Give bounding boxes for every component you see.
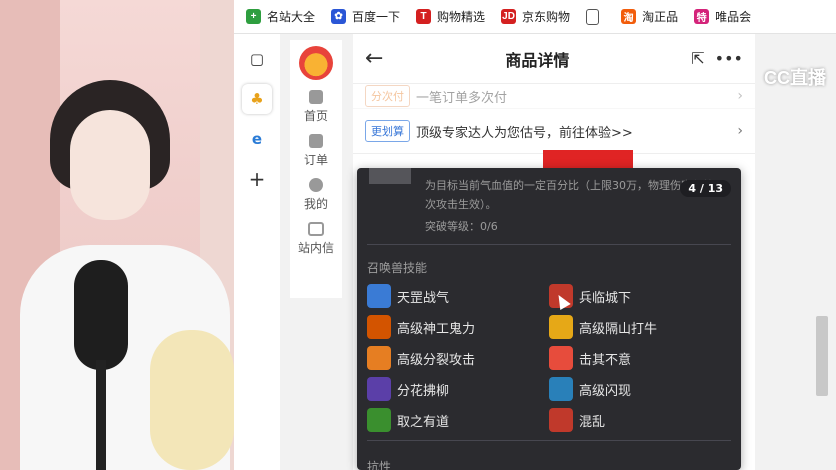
bookmarks-bar: + 名站大全 ✿ 百度一下 T 购物精选 JD 京东购物 淘淘正品 特唯品会 [234,0,836,34]
orders-icon [309,134,323,148]
paw-icon: ✿ [331,9,347,24]
nav-orders[interactable]: 订单 [290,134,342,168]
vip-icon: 特 [694,9,710,24]
user-icon [309,178,323,192]
breakthrough-level: 突破等级：0/6 [425,220,498,233]
star-icon: + [246,9,261,24]
browser-sidebar: ▢ ♣ e + [234,34,281,470]
appraisal-row[interactable]: 更划算 顶级专家达人为您估号，前往体验>> › [353,109,755,154]
mail-icon [308,222,324,236]
appraisal-text: 顶级专家达人为您估号，前往体验>> [416,125,633,141]
microphone [74,260,128,370]
skill-item: 高级隔山打牛 [549,315,731,339]
skill-icon [549,408,573,432]
bookmark-item[interactable]: 淘淘正品 [621,8,678,25]
section-title: 抗性 [367,460,392,470]
title-bar: ← 商品详情 ⇱ ••• [353,34,755,84]
skill-item: 击其不意 [549,346,731,370]
app-bell-icon[interactable]: ♣ [242,84,272,114]
bookmark-item[interactable]: JD 京东购物 [501,8,570,25]
jd-icon: JD [501,9,517,24]
skill-item: 高级神工鬼力 [367,315,549,339]
skill-item: 兵临城下 [549,284,731,308]
left-nav: 首页 订单 我的 站内信 [290,40,342,298]
nav-mine[interactable]: 我的 [290,178,342,212]
skill-icon [549,315,573,339]
skill-item: 分花拂柳 [367,377,549,401]
browser-e-icon[interactable]: e [242,124,272,154]
back-arrow-icon[interactable]: ← [365,46,383,71]
bookmark-item[interactable] [586,8,605,25]
chevron-right-icon: › [737,123,743,139]
scrollbar-thumb[interactable] [816,316,828,396]
installment-tag: 分次付 [365,85,410,107]
webcam-feed [0,0,234,470]
taobao-icon: 淘 [621,9,637,24]
skill-icon [367,408,391,432]
skill-list: 天罡战气 兵临城下 高级神工鬼力 高级隔山打牛 高级分裂攻击 击其不意 分花拂柳… [367,284,737,432]
image-pager: 4 / 13 [680,180,731,197]
skill-item: 取之有道 [367,408,549,432]
t-icon: T [416,9,432,24]
installment-row[interactable]: 分次付 一笔订单多次付 › [353,84,755,109]
bookmark-item[interactable]: 特唯品会 [694,8,751,25]
nav-home[interactable]: 首页 [290,90,342,124]
skill-icon [367,284,391,308]
page-title: 商品详情 [505,50,570,70]
skill-icon [549,377,573,401]
skill-item: 混乱 [549,408,731,432]
skill-item: 高级分裂攻击 [367,346,549,370]
more-icon[interactable]: ••• [715,49,743,68]
window-icon[interactable]: ▢ [242,44,272,74]
skill-icon [367,346,391,370]
watermark: CC直播 [764,68,826,88]
bookmark-item[interactable]: ✿ 百度一下 [331,8,400,25]
home-icon [309,90,323,104]
section-title: 召唤兽技能 [367,261,428,275]
bookmark-item[interactable]: + 名站大全 [246,8,315,25]
nav-messages[interactable]: 站内信 [290,222,342,256]
divider [367,440,731,441]
pet-thumbnail [369,168,411,184]
plush-toy [150,330,234,470]
skill-icon [367,377,391,401]
appraisal-tag: 更划算 [365,120,410,142]
divider [367,244,731,245]
skill-icon [367,315,391,339]
document-icon [586,8,600,25]
skill-icon [549,346,573,370]
skill-tooltip: 为目标当前气血值的一定百分比（上限30万，物理伤害仅第一次攻击生效）。 突破等级… [357,168,741,470]
bookmark-item[interactable]: T 购物精选 [416,8,485,25]
skill-description: 为目标当前气血值的一定百分比（上限30万，物理伤害仅第一次攻击生效）。 [425,179,725,211]
installment-text: 一笔订单多次付 [416,90,508,106]
add-icon[interactable]: + [242,164,272,194]
microphone-stand [96,360,106,470]
skill-item: 天罡战气 [367,284,549,308]
share-icon[interactable]: ⇱ [691,49,704,68]
chevron-right-icon: › [737,88,743,104]
streamer-face [70,110,150,220]
app-logo[interactable] [299,46,333,80]
skill-item: 高级闪现 [549,377,731,401]
